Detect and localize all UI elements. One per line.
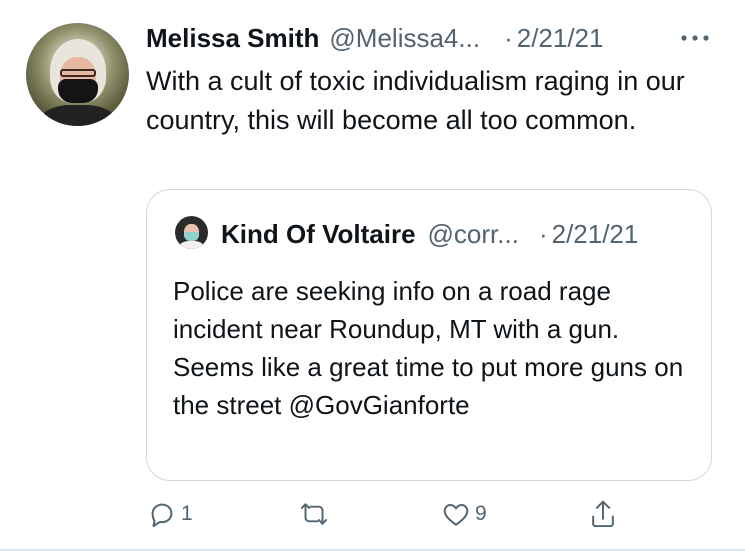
reply-count: 1 (181, 502, 193, 525)
quoted-author-name[interactable]: Kind Of Voltaire (221, 219, 416, 250)
more-horizontal-icon (681, 35, 709, 41)
author-handle[interactable]: @Melissa4... (329, 23, 480, 54)
quoted-author-avatar[interactable] (175, 216, 208, 249)
tweet-header: Melissa Smith @Melissa4... · 2/21/21 (146, 18, 603, 58)
quoted-tweet-text: Police are seeking info on a road rage i… (173, 276, 684, 420)
author-avatar[interactable] (26, 23, 129, 126)
heart-icon (443, 504, 469, 526)
like-count: 9 (475, 502, 487, 525)
quoted-author-handle[interactable]: @corr... (428, 219, 519, 250)
reply-bubble-icon (151, 503, 173, 528)
share-upload-icon (592, 500, 614, 528)
header-separator: · (504, 22, 513, 53)
retweet-icon (300, 503, 328, 525)
author-name[interactable]: Melissa Smith (146, 23, 319, 54)
tweet-text: With a cult of toxic individualism ragin… (146, 66, 685, 135)
like-button[interactable]: 9 (441, 492, 487, 536)
reply-button[interactable]: 1 (147, 492, 193, 536)
retweet-button[interactable] (297, 492, 331, 536)
share-button[interactable] (588, 492, 618, 536)
more-options-button[interactable] (678, 24, 712, 52)
quoted-tweet-card[interactable]: Kind Of Voltaire @corr... · 2/21/21 Poli… (146, 189, 712, 481)
quoted-tweet-header: Kind Of Voltaire @corr... · 2/21/21 (221, 217, 638, 251)
tweet-actions: 1 9 (0, 492, 745, 536)
quoted-tweet-date[interactable]: 2/21/21 (552, 219, 639, 250)
tweet-date[interactable]: 2/21/21 (517, 23, 604, 54)
quoted-header-separator: · (538, 218, 548, 249)
